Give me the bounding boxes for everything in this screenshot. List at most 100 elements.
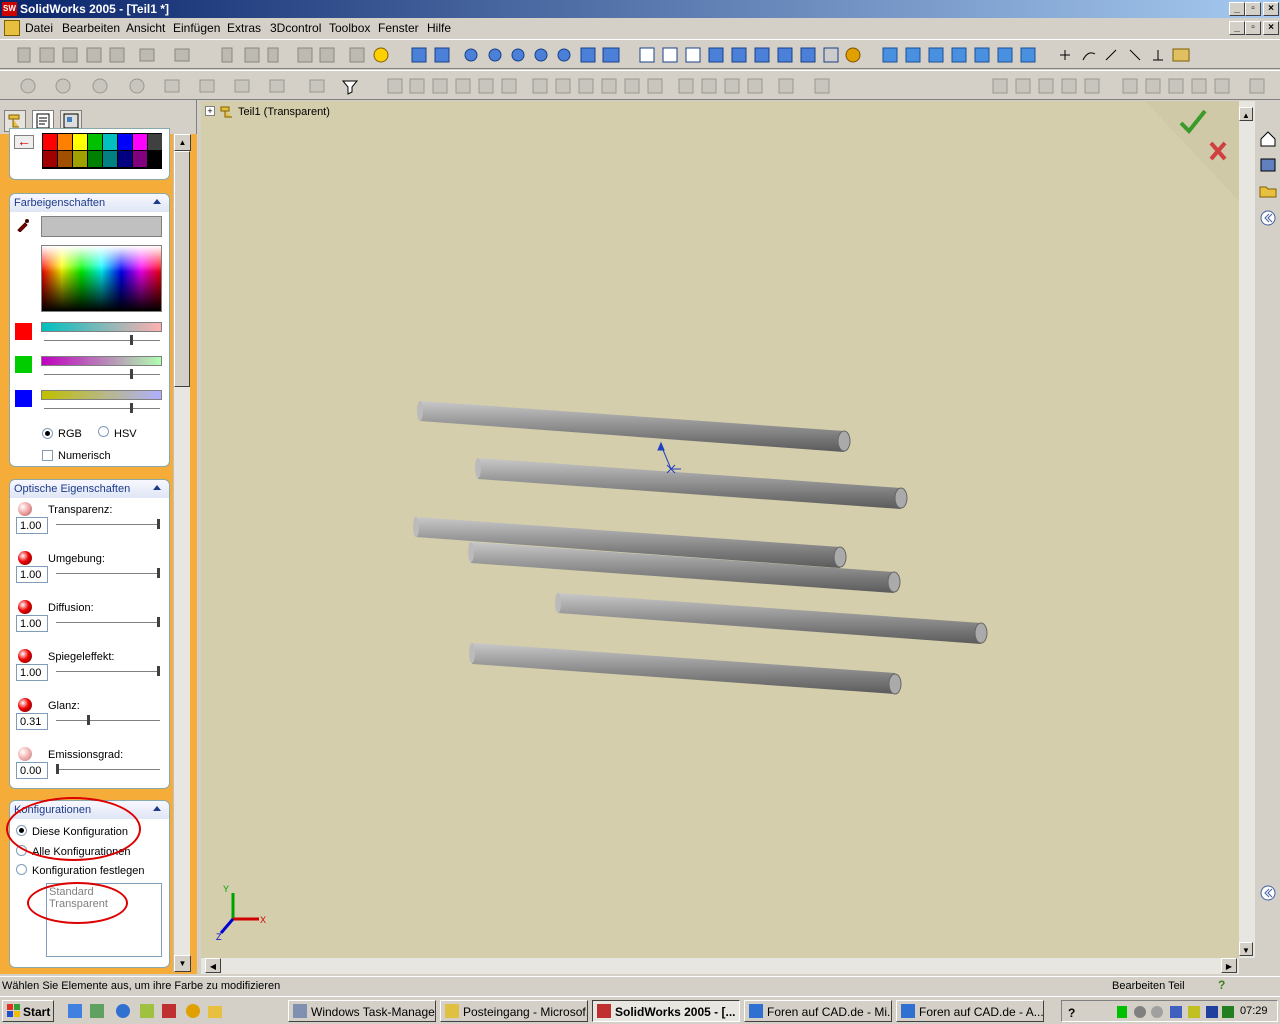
blue-channel-slider[interactable]	[44, 403, 160, 413]
specify-configuration-radio[interactable]	[16, 864, 27, 875]
menu-einfuegen[interactable]: Einfügen	[173, 21, 220, 35]
green-slider-thumb[interactable]	[130, 369, 133, 379]
red-channel-slider[interactable]	[44, 335, 160, 345]
library-icon[interactable]	[1258, 155, 1278, 175]
menu-3dcontrol[interactable]: 3Dcontrol	[270, 21, 321, 35]
optical-slider-thumb[interactable]	[87, 715, 90, 725]
optical-slider-thumb[interactable]	[157, 617, 160, 627]
menu-ansicht[interactable]: Ansicht	[126, 21, 165, 35]
maximize-button[interactable]: ▫	[1245, 2, 1261, 16]
red-slider-thumb[interactable]	[130, 335, 133, 345]
rod-1[interactable]	[417, 401, 851, 452]
rgb-radio[interactable]	[42, 428, 53, 439]
home-icon[interactable]	[1258, 129, 1278, 149]
scroll-down-button[interactable]: ▼	[1239, 942, 1253, 956]
eyedropper-icon[interactable]	[16, 218, 30, 232]
tray-icons[interactable]: ?	[1065, 1003, 1235, 1021]
rod-2[interactable]	[475, 458, 908, 509]
optical-value-field[interactable]: 1.00	[16, 517, 48, 534]
menu-fenster[interactable]: Fenster	[378, 21, 419, 35]
doc-close-button[interactable]: ×	[1263, 21, 1279, 35]
color-swatch[interactable]	[118, 151, 132, 167]
taskbar-button[interactable]: Foren auf CAD.de - Mi...	[744, 1000, 892, 1022]
color-swatch[interactable]	[148, 151, 162, 167]
optical-value-field[interactable]: 1.00	[16, 664, 48, 681]
color-swatch[interactable]	[88, 151, 102, 167]
color-swatch[interactable]	[148, 134, 162, 150]
optical-slider[interactable]	[56, 519, 160, 529]
color-swatch[interactable]	[133, 134, 147, 150]
scroll-up-button[interactable]: ▲	[1239, 107, 1253, 121]
panel-scrollbar[interactable]: ▲ ▼	[173, 134, 191, 972]
toolbar-icons-row-2[interactable]	[0, 71, 1280, 101]
color-swatch[interactable]	[43, 134, 57, 150]
close-button[interactable]: ×	[1263, 2, 1279, 16]
scroll-right-button[interactable]: ▶	[1221, 958, 1237, 973]
blue-slider-thumb[interactable]	[130, 403, 133, 413]
optical-slider[interactable]	[56, 568, 160, 578]
rod-5[interactable]	[555, 593, 988, 644]
color-swatch[interactable]	[73, 134, 87, 150]
menu-datei[interactable]: Datei	[25, 21, 53, 35]
optical-value-field[interactable]: 1.00	[16, 615, 48, 632]
optical-slider-thumb[interactable]	[56, 764, 59, 774]
color-swatch[interactable]	[73, 151, 87, 167]
doc-restore-button[interactable]: ▫	[1245, 21, 1261, 35]
taskbar-button[interactable]: Windows Task-Manager	[288, 1000, 436, 1022]
color-properties-header[interactable]: Farbeigenschaften	[10, 194, 169, 212]
document-icon[interactable]	[4, 20, 20, 36]
color-swatch-grid[interactable]	[42, 133, 162, 169]
graphics-viewport[interactable]: + Teil1 (Transparent) Y X Z	[201, 101, 1239, 958]
taskbar-button[interactable]: SolidWorks 2005 - [...	[592, 1000, 740, 1022]
optical-value-field[interactable]: 0.00	[16, 762, 48, 779]
color-swatch[interactable]	[118, 134, 132, 150]
doc-minimize-button[interactable]: _	[1229, 21, 1245, 35]
rod-6[interactable]	[469, 643, 902, 695]
optical-slider-thumb[interactable]	[157, 519, 160, 529]
minimize-button[interactable]: _	[1229, 2, 1245, 16]
taskbar-button[interactable]: Foren auf CAD.de - A...	[896, 1000, 1044, 1022]
optical-slider[interactable]	[56, 715, 160, 725]
help-icon[interactable]: ?	[1218, 978, 1232, 994]
scroll-down-button[interactable]: ▼	[174, 955, 191, 972]
color-spectrum-picker[interactable]	[41, 245, 162, 312]
optical-slider-thumb[interactable]	[157, 666, 160, 676]
optical-slider-thumb[interactable]	[157, 568, 160, 578]
optical-value-field[interactable]: 0.31	[16, 713, 48, 730]
collapse-pane-icon[interactable]	[1259, 209, 1277, 227]
collapse-arrow-icon[interactable]	[153, 485, 161, 490]
scroll-left-button[interactable]: ◀	[205, 958, 221, 973]
optical-slider[interactable]	[56, 764, 160, 774]
back-arrow-icon[interactable]: ←	[14, 134, 34, 149]
numeric-checkbox[interactable]	[42, 450, 53, 461]
scroll-thumb[interactable]	[174, 151, 190, 387]
quick-launch-icons[interactable]	[66, 1002, 226, 1020]
color-swatch[interactable]	[133, 151, 147, 167]
green-channel-slider[interactable]	[44, 369, 160, 379]
collapse-arrow-icon[interactable]	[153, 199, 161, 204]
menu-extras[interactable]: Extras	[227, 21, 261, 35]
viewport-vertical-scrollbar[interactable]: ▲ ▼	[1239, 101, 1255, 958]
viewport-horizontal-scrollbar[interactable]: ◀ ▶	[201, 958, 1239, 974]
color-swatch[interactable]	[43, 151, 57, 167]
optical-properties-header[interactable]: Optische Eigenschaften	[10, 480, 169, 498]
optical-slider[interactable]	[56, 617, 160, 627]
color-swatch[interactable]	[103, 134, 117, 150]
scroll-up-button[interactable]: ▲	[174, 134, 191, 151]
menu-bearbeiten[interactable]: Bearbeiten	[62, 21, 120, 35]
menu-toolbox[interactable]: Toolbox	[329, 21, 370, 35]
start-button[interactable]: Start	[2, 1000, 54, 1022]
color-swatch[interactable]	[88, 134, 102, 150]
menu-hilfe[interactable]: Hilfe	[427, 21, 451, 35]
optical-slider[interactable]	[56, 666, 160, 676]
optical-value-field[interactable]: 1.00	[16, 566, 48, 583]
color-swatch[interactable]	[58, 134, 72, 150]
color-swatch[interactable]	[58, 151, 72, 167]
collapse-arrow-icon[interactable]	[153, 806, 161, 811]
folder-icon[interactable]	[1258, 181, 1278, 201]
color-swatch[interactable]	[103, 151, 117, 167]
hsv-radio[interactable]	[98, 426, 109, 437]
expand-pane-icon[interactable]	[1259, 884, 1277, 902]
toolbar-icons-row-1[interactable]	[0, 40, 1280, 70]
taskbar-button[interactable]: Posteingang - Microsof...	[440, 1000, 588, 1022]
